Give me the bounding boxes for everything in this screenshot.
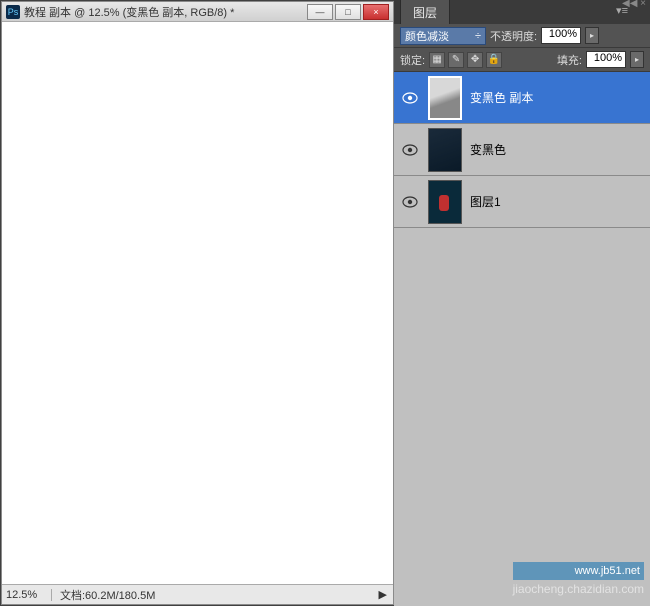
app-icon: Ps [6, 5, 20, 19]
blend-mode-value: 颜色减淡 [405, 28, 449, 44]
maximize-button[interactable]: □ [335, 4, 361, 20]
document-title: 教程 副本 @ 12.5% (变黑色 副本, RGB/8) * [24, 4, 307, 20]
fill-label: 填充: [557, 52, 582, 68]
zoom-input[interactable]: 12.5% [2, 589, 52, 601]
dropdown-icon: ÷ [475, 30, 481, 42]
layers-panel: ◀◀ × 图层 ▾≡ 颜色减淡 ÷ 不透明度: 100% ▸ 锁定: ▦ ✎ ✥… [394, 0, 650, 606]
lock-position-icon[interactable]: ✥ [467, 52, 483, 68]
layer-name: 变黑色 副本 [470, 89, 533, 106]
layer-thumbnail[interactable] [428, 180, 462, 224]
document-statusbar: 12.5% 文档:60.2M/180.5M ▶ [2, 584, 393, 604]
opacity-label: 不透明度: [490, 28, 537, 44]
fill-stepper[interactable]: ▸ [630, 51, 644, 68]
lock-all-icon[interactable]: 🔒 [486, 52, 502, 68]
layer-row[interactable]: 变黑色 副本 [394, 72, 650, 124]
blend-opacity-row: 颜色减淡 ÷ 不透明度: 100% ▸ [394, 24, 650, 48]
panel-tabbar: ◀◀ × 图层 ▾≡ [394, 0, 650, 24]
minimize-button[interactable]: — [307, 4, 333, 20]
lock-pixels-icon[interactable]: ✎ [448, 52, 464, 68]
layer-row[interactable]: 图层1 [394, 176, 650, 228]
blend-mode-select[interactable]: 颜色减淡 ÷ [400, 27, 486, 45]
lock-fill-row: 锁定: ▦ ✎ ✥ 🔒 填充: 100% ▸ [394, 48, 650, 72]
layer-thumbnail[interactable] [428, 128, 462, 172]
lock-buttons: ▦ ✎ ✥ 🔒 [429, 52, 502, 68]
lock-label: 锁定: [400, 52, 425, 68]
window-buttons: — □ × [307, 4, 389, 20]
layer-list: 变黑色 副本变黑色图层1 [394, 72, 650, 606]
visibility-eye-icon[interactable] [402, 92, 418, 104]
document-size-info: 文档:60.2M/180.5M [52, 587, 163, 603]
visibility-eye-icon[interactable] [402, 196, 418, 208]
layer-name: 图层1 [470, 193, 501, 210]
close-button[interactable]: × [363, 4, 389, 20]
layer-thumbnail[interactable] [428, 76, 462, 120]
document-titlebar: Ps 教程 副本 @ 12.5% (变黑色 副本, RGB/8) * — □ × [2, 2, 393, 22]
opacity-input[interactable]: 100% [541, 27, 581, 44]
fill-input[interactable]: 100% [586, 51, 626, 68]
opacity-stepper[interactable]: ▸ [585, 27, 599, 44]
layer-name: 变黑色 [470, 141, 506, 158]
tab-layers[interactable]: 图层 [400, 0, 450, 24]
visibility-eye-icon[interactable] [402, 144, 418, 156]
lock-transparency-icon[interactable]: ▦ [429, 52, 445, 68]
layer-row[interactable]: 变黑色 [394, 124, 650, 176]
panel-menu-button[interactable]: ▾≡ [616, 4, 628, 17]
document-window: Ps 教程 副本 @ 12.5% (变黑色 副本, RGB/8) * — □ ×… [1, 1, 394, 605]
status-menu-button[interactable]: ▶ [373, 588, 393, 601]
document-canvas[interactable] [2, 22, 393, 584]
